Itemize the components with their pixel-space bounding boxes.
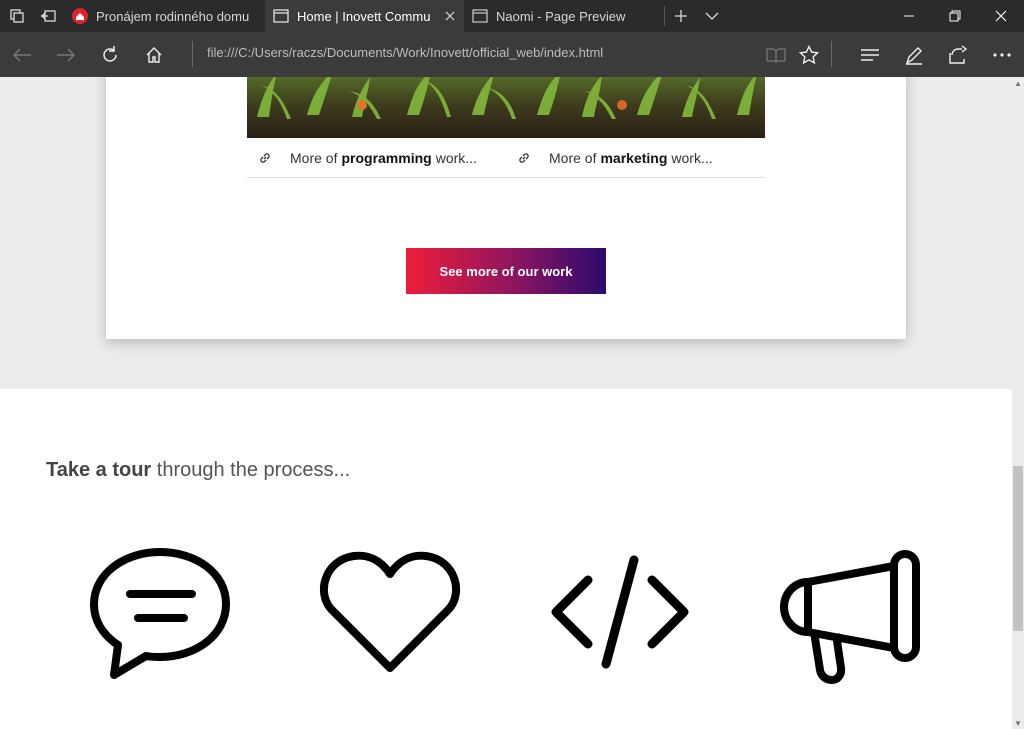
toolbar-divider	[831, 41, 832, 67]
page-icon	[472, 8, 488, 24]
pin-favicon-icon	[72, 8, 88, 24]
tab-strip: Pronájem rodinného domu Home | Inovett C…	[0, 0, 1024, 32]
link-prefix: More of	[549, 150, 597, 166]
link-keyword: programming	[341, 150, 432, 166]
speech-bubble-icon[interactable]	[88, 544, 233, 689]
restore-icon[interactable]	[932, 0, 978, 32]
tabs-aside-icon[interactable]	[33, 0, 63, 32]
share-icon[interactable]	[936, 32, 980, 77]
tab-naomi-preview[interactable]: Naomi - Page Preview	[464, 0, 664, 32]
page-viewport: More of programming work... More of mark…	[0, 77, 1012, 729]
tab-title: Naomi - Page Preview	[496, 8, 626, 24]
heart-icon[interactable]	[318, 544, 463, 689]
scroll-up-arrow-icon[interactable]: ▲	[1012, 77, 1024, 89]
link-prefix: More of	[290, 150, 338, 166]
megaphone-icon[interactable]	[778, 544, 923, 689]
refresh-icon[interactable]	[88, 32, 132, 77]
browser-toolbar: file:///C:/Users/raczs/Documents/Work/In…	[0, 32, 1024, 77]
forward-arrow-icon[interactable]	[44, 32, 88, 77]
link-suffix: work...	[671, 150, 713, 166]
close-tab-icon[interactable]	[436, 0, 464, 32]
link-keyword: marketing	[600, 150, 668, 166]
code-icon[interactable]	[548, 544, 693, 689]
address-bar[interactable]: file:///C:/Users/raczs/Documents/Work/In…	[207, 45, 603, 60]
close-window-icon[interactable]	[978, 0, 1024, 32]
process-heading-bold: Take a tour	[46, 459, 152, 481]
process-heading-rest: through the process...	[156, 459, 351, 481]
process-section: Take a tour through the process...	[0, 389, 1012, 729]
favorite-star-icon[interactable]	[787, 32, 831, 77]
see-more-work-button[interactable]: See more of our work	[406, 248, 606, 294]
scroll-thumb[interactable]	[1013, 466, 1023, 631]
portfolio-image	[247, 77, 765, 138]
set-aside-tabs-icon[interactable]	[2, 0, 32, 32]
web-note-pen-icon[interactable]	[892, 32, 936, 77]
more-options-icon[interactable]	[980, 32, 1024, 77]
hub-menu-icon[interactable]	[848, 32, 892, 77]
tab-home-inovett[interactable]: Home | Inovett Commu	[265, 0, 464, 32]
new-tab-icon[interactable]	[666, 0, 696, 32]
page-icon	[273, 8, 289, 24]
tab-preview-chevron-icon[interactable]	[697, 0, 727, 32]
tab-pronajem[interactable]: Pronájem rodinného domu	[64, 0, 265, 32]
link-suffix: work...	[435, 150, 477, 166]
process-heading: Take a tour through the process...	[46, 459, 350, 482]
link-chain-icon	[517, 151, 531, 165]
toolbar-divider	[192, 41, 193, 67]
home-icon[interactable]	[132, 32, 176, 77]
work-links: More of programming work... More of mark…	[247, 138, 765, 178]
link-chain-icon	[258, 151, 272, 165]
back-arrow-icon[interactable]	[0, 32, 44, 77]
portfolio-card: More of programming work... More of mark…	[106, 77, 906, 339]
tab-divider	[664, 6, 665, 26]
marketing-work-link[interactable]: More of marketing work...	[517, 138, 713, 178]
tab-title: Home | Inovett Commu	[297, 8, 431, 24]
scroll-down-arrow-icon[interactable]: ▼	[1012, 717, 1024, 729]
minimize-icon[interactable]	[886, 0, 932, 32]
page-scrollbar[interactable]: ▲ ▼	[1012, 77, 1024, 729]
programming-work-link[interactable]: More of programming work...	[258, 138, 477, 178]
tab-title: Pronájem rodinného domu	[96, 8, 250, 24]
